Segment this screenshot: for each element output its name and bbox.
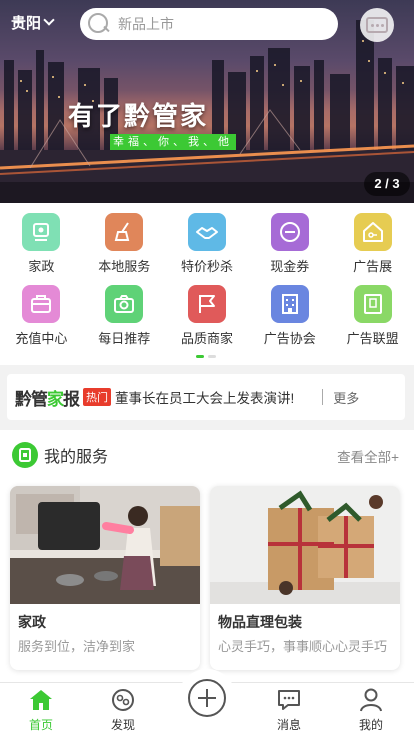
housekeeping-photo <box>10 486 200 604</box>
message-button[interactable] <box>360 8 394 42</box>
category-label: 充值中心 <box>15 331 68 346</box>
chevron-down-icon <box>43 14 55 26</box>
tab-label: 消息 <box>276 718 301 732</box>
news-more-link[interactable]: 更多 <box>333 388 359 407</box>
home-service-icon <box>22 213 61 251</box>
handshake-icon <box>187 213 226 251</box>
category-label: 每日推荐 <box>98 331 151 346</box>
search-bar[interactable]: 新品上市 <box>80 8 338 40</box>
category-item-ad-alliance[interactable]: 广告联盟 <box>331 285 414 357</box>
banner-title: 有了黔管家 <box>68 102 209 132</box>
section-header: 我的服务 <box>12 442 108 468</box>
profile-icon <box>357 686 385 714</box>
category-item-cash-coupon[interactable]: 现金券 <box>248 213 331 285</box>
category-label: 家政 <box>28 259 55 274</box>
plus-icon <box>188 679 226 717</box>
page-dot <box>208 355 216 358</box>
category-label: 广告协会 <box>263 331 316 346</box>
camera-icon <box>105 285 144 323</box>
chat-bubble-icon <box>366 17 388 33</box>
broom-icon <box>105 213 144 251</box>
gift-boxes-photo <box>210 486 400 604</box>
banner-page-counter: 2 / 3 <box>364 172 410 196</box>
flag-icon <box>187 285 226 323</box>
divider <box>322 389 324 405</box>
publish-button[interactable] <box>178 669 236 727</box>
category-label: 本地服务 <box>98 259 151 274</box>
category-item-ad-exhibition[interactable]: 广告展 <box>331 213 414 285</box>
document-icon <box>353 285 392 323</box>
service-card-housekeeping[interactable]: 家政 服务到位，洁净到家 <box>10 486 200 670</box>
tab-discover[interactable]: 发现 <box>82 683 164 733</box>
category-label: 广告展 <box>353 259 393 274</box>
city-selector[interactable]: 贵阳 <box>11 12 55 33</box>
card-title: 家政 <box>18 614 46 630</box>
category-label: 现金券 <box>270 259 310 274</box>
discover-icon <box>109 686 137 714</box>
hot-badge: 热门 <box>83 388 111 406</box>
tab-label: 首页 <box>28 718 53 732</box>
city-label: 贵阳 <box>11 15 42 32</box>
news-headline[interactable]: 董事长在员工大会上发表演讲! <box>115 387 294 407</box>
search-placeholder: 新品上市 <box>118 16 174 32</box>
building-icon <box>270 285 309 323</box>
bag-icon <box>22 285 61 323</box>
category-label: 广告联盟 <box>346 331 399 346</box>
view-all-link[interactable]: 查看全部+ <box>337 446 399 466</box>
category-item-quality-merchant[interactable]: 品质商家 <box>166 285 249 357</box>
search-icon <box>86 11 112 37</box>
services-icon <box>12 442 38 468</box>
card-description: 服务到位，洁净到家 <box>18 639 136 654</box>
tab-profile[interactable]: 我的 <box>330 683 412 733</box>
my-services-section: 我的服务 查看全部+ 家政 服务到位，洁净到家 物品直理包装 心灵手巧，事事顺心… <box>0 430 414 682</box>
card-description: 心灵手巧，事事顺心心灵手巧 <box>218 639 388 654</box>
message-icon <box>275 686 303 714</box>
category-item-flash-sale[interactable]: 特价秒杀 <box>166 213 249 285</box>
home-icon <box>27 686 55 714</box>
category-label: 特价秒杀 <box>180 259 233 274</box>
news-logo: 黔管家报 <box>15 389 80 410</box>
tab-label: 发现 <box>110 718 135 732</box>
news-ticker[interactable]: 黔管家报 热门 董事长在员工大会上发表演讲! 更多 <box>7 374 405 420</box>
tab-home[interactable]: 首页 <box>0 683 82 733</box>
service-card-packing[interactable]: 物品直理包装 心灵手巧，事事顺心心灵手巧 <box>210 486 400 670</box>
category-item-daily-picks[interactable]: 每日推荐 <box>83 285 166 357</box>
category-item-local-service[interactable]: 本地服务 <box>83 213 166 285</box>
category-grid: 家政 本地服务 特价秒杀 现金券 广告展 充值中心 每日推荐 品质商家 广告协会… <box>0 203 414 365</box>
grid-page-indicator <box>196 355 216 358</box>
bottom-tab-bar: 首页 发现 消息 我的 <box>0 669 414 733</box>
tab-messages[interactable]: 消息 <box>248 683 330 733</box>
house-key-icon <box>353 213 392 251</box>
coupon-icon <box>270 213 309 251</box>
category-item-recharge[interactable]: 充值中心 <box>0 285 83 357</box>
page-dot-active <box>196 355 204 358</box>
banner-slogan: 幸福、你、我、他 <box>110 134 236 150</box>
tab-label: 我的 <box>358 718 383 732</box>
section-title: 我的服务 <box>44 449 109 466</box>
category-label: 品质商家 <box>180 331 233 346</box>
category-item-ad-association[interactable]: 广告协会 <box>248 285 331 357</box>
category-item-housekeeping[interactable]: 家政 <box>0 213 83 285</box>
card-title: 物品直理包装 <box>218 614 302 630</box>
